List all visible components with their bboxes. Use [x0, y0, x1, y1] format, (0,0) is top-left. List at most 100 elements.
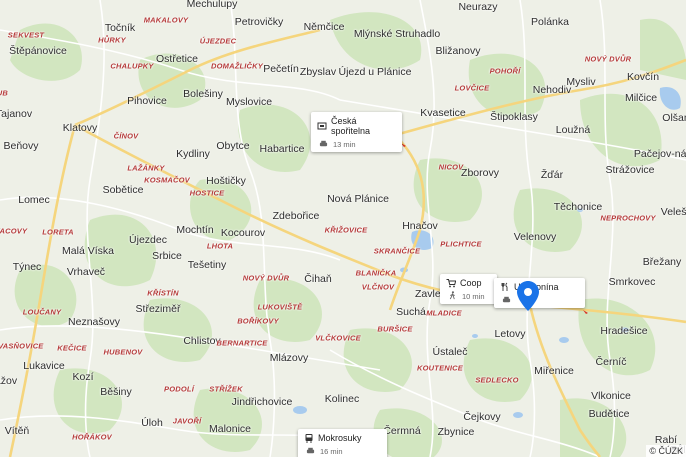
place-label-strizek: STŘÍŽEK [209, 384, 243, 394]
place-label-sekvest: SEKVEST [7, 30, 45, 40]
place-label-tesetiny: Tešetiny [187, 258, 227, 271]
place-label-lukavice: Lukavice [23, 359, 65, 372]
place-label-lovcice: LOVČICE [454, 83, 490, 93]
car-icon [502, 295, 512, 305]
place-label-ujezdec: ÚJEZDEC [199, 36, 237, 46]
restaurant-icon [500, 282, 510, 292]
place-label-mladice: MLADICE [426, 308, 462, 318]
place-label-srbice: Srbice [152, 249, 182, 262]
place-label-myslovice: Myslovice [225, 95, 273, 108]
place-label-cinov: ČÍNOV [113, 131, 139, 141]
place-label-blizanovy: Bližanovy [435, 44, 481, 57]
place-label-kocourov: Kocourov [220, 226, 266, 239]
place-label-lazanky: LAŽÁNKY [127, 163, 165, 173]
place-label-neurazy: Neurazy [458, 0, 498, 13]
place-label-ujezdup: Újezd u Plánice [338, 65, 412, 78]
place-label-kvasetice: Kvasetice [420, 106, 466, 119]
place-label-tocnik: Točník [104, 21, 136, 34]
place-label-mochtin: Mochtín [176, 223, 214, 236]
place-label-nicov: NICOV [438, 162, 464, 172]
place-label-pecetin: Pečetín [263, 62, 299, 75]
place-label-lorety: LORETA [42, 227, 74, 237]
atm-icon [317, 121, 327, 131]
car-icon [306, 446, 316, 456]
place-label-cihan: Čihaň [304, 272, 332, 285]
place-label-nehodiv: Nehodiv [532, 83, 572, 96]
poi-travel-time: 16 min [320, 446, 343, 456]
place-label-kydliny: Kydliny [176, 147, 210, 160]
place-label-zdar: Žďár [540, 168, 564, 181]
place-label-loucany: LOUČANY [22, 307, 62, 317]
place-label-uloh: Úloh [141, 416, 163, 429]
place-label-obytce: Obytce [216, 139, 250, 152]
place-label-hostice: HOSTICE [189, 188, 225, 198]
place-label-bernartice: BERNARTICE [216, 338, 268, 348]
map-canvas[interactable]: Mechulupy Točník MAKALOVY Petrovičky Němčice… [0, 0, 686, 457]
poi-travel-time: 10 min [462, 291, 485, 301]
place-label-viten: Vítěň [4, 424, 30, 437]
bus-icon [304, 433, 314, 443]
car-icon [319, 139, 329, 149]
place-label-vlcovice: VLČKOVICE [315, 333, 361, 343]
place-label-lhota: LHOTA [206, 241, 234, 251]
cart-icon [446, 278, 457, 288]
place-label-novydvur1: NOVÝ DVŮR [584, 54, 632, 64]
place-label-horakov: HOŘÁKOV [72, 432, 112, 442]
place-label-kosmacov: KOSMAČOV [144, 175, 190, 185]
place-label-mechol: Mechulupy [186, 0, 238, 10]
place-label-hubenov: HUBENOV [103, 347, 143, 357]
location-pin-icon[interactable] [517, 281, 539, 316]
place-label-sucha: Suchá [396, 305, 426, 318]
place-label-hradesice: Hradešice [600, 324, 648, 337]
place-label-pihovice: Pihovice [127, 94, 167, 107]
place-label-vlkonice: Vlkonice [591, 389, 631, 402]
place-label-novaplan: Nová Plánice [327, 192, 389, 205]
place-label-hurky: HŮRKY [98, 35, 126, 45]
place-label-pacejov: Pačejov-nádr. [633, 147, 686, 160]
poi-title: Coop [460, 278, 482, 288]
place-label-neznasovy: Neznašovy [68, 315, 120, 328]
place-label-besiny: Běšiny [100, 385, 132, 398]
place-label-tynec: Týnec [12, 260, 42, 273]
place-label-cernic: Černíč [595, 355, 627, 368]
poi-card-restaurant[interactable]: U Antonína [494, 278, 585, 308]
place-label-ujezdec2: Újezdec [129, 233, 167, 246]
place-label-milcice: Milčice [624, 91, 658, 104]
place-label-blanicka: BLANIČKA [355, 268, 397, 278]
place-label-bolesiny: Bolešiny [183, 87, 223, 100]
place-label-nemcice: Němčice [303, 20, 345, 33]
place-label-velesin: Velešín [660, 205, 686, 218]
place-label-neprochovy: NEPROCHOVY [600, 213, 656, 223]
place-label-zbyslav: Zbyslav [299, 65, 337, 78]
place-label-zborovy: Zborovy [461, 166, 499, 179]
place-label-bursice: BURŠICE [377, 324, 413, 334]
place-label-novydvur2: NOVÝ DVŮR [242, 273, 290, 283]
place-label-plichtice: PLICHTICE [440, 239, 482, 249]
place-label-hnacov: Hnačov [402, 219, 438, 232]
place-label-strazovice: Strážovice [605, 163, 655, 176]
place-label-stepanovice: Štěpánovice [9, 44, 67, 57]
place-label-velenovy: Velenovy [513, 230, 557, 243]
place-label-letovy: Letovy [494, 327, 526, 340]
walk-icon [448, 291, 458, 301]
place-label-olsan: Olšan [662, 111, 686, 124]
place-label-lub: LUB [0, 88, 9, 98]
place-label-strezimer: Střeziměř [135, 302, 181, 315]
place-label-habartice: Habartice [259, 142, 305, 155]
copyright-notice: © ČÚZK [646, 445, 686, 457]
place-label-benovy: Beňovy [3, 139, 39, 152]
poi-card-mokrosuky[interactable]: Mokrosuky 16 min [298, 429, 387, 457]
place-label-kecice: KEČICE [57, 343, 87, 353]
place-label-mirenice: Miřenice [534, 364, 574, 377]
place-label-tajanov: Tajanov [0, 107, 33, 120]
place-label-ustalec: Ústaleč [432, 345, 468, 358]
place-label-cermna: Čermná [383, 424, 421, 437]
poi-card-coop[interactable]: Coop 10 min [440, 274, 497, 304]
poi-title: Česká spořitelna [331, 116, 371, 136]
place-label-vlcnov: VLČNOV [361, 282, 395, 292]
poi-card-ceska-sporitelna[interactable]: Česká spořitelna 13 min [311, 112, 402, 152]
place-label-domazlicky: DOMAŽLIČKY [211, 61, 263, 71]
place-label-vacovy: VACOVY [0, 226, 28, 236]
place-label-zbynice: Zbynice [437, 425, 475, 438]
place-label-javori: JAVOŘÍ [172, 416, 202, 426]
